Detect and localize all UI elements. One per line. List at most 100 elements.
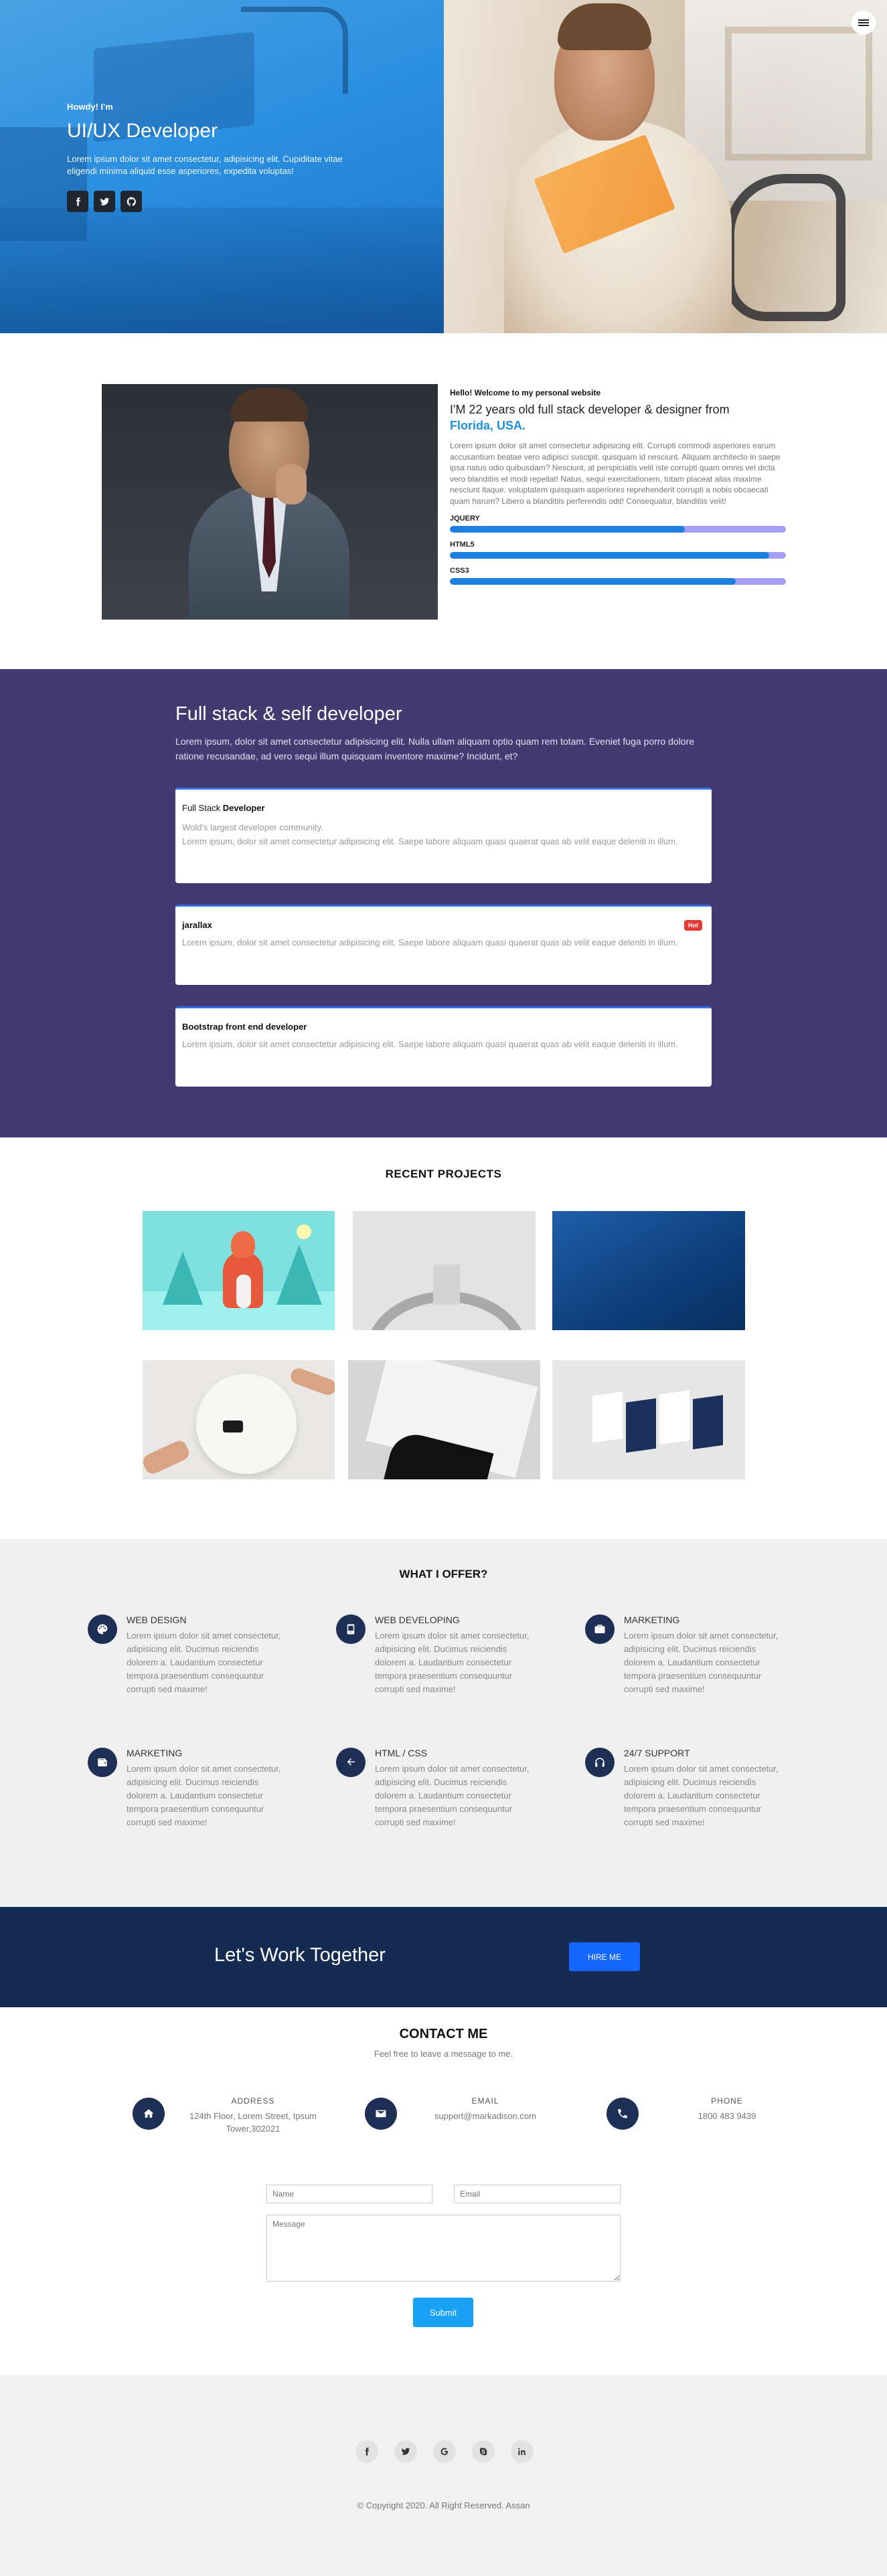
project-fox-illustration[interactable] <box>143 1211 335 1330</box>
about-intro-text: I'M 22 years old full stack developer & … <box>450 403 730 416</box>
service-name: MARKETING <box>624 1615 680 1625</box>
phone-icon <box>607 2098 639 2130</box>
skill-bar <box>450 552 786 559</box>
card-title-bold: Bootstrap front end developer <box>182 1022 307 1032</box>
footer-linkedin-button[interactable] <box>511 2440 534 2463</box>
github-button[interactable] <box>120 191 142 212</box>
hot-badge: Hot <box>684 920 702 931</box>
service-name: WEB DESIGN <box>127 1615 187 1625</box>
about-intro: I'M 22 years old full stack developer & … <box>450 401 786 434</box>
skill-fill <box>450 578 736 585</box>
facebook-button[interactable] <box>67 191 88 212</box>
facebook-icon <box>365 2448 370 2456</box>
skill-css3: CSS3 <box>450 567 786 585</box>
card-title: Bootstrap front end developer <box>182 1022 705 1032</box>
footer-google-button[interactable] <box>433 2440 456 2463</box>
hero-section: Howdy! I'm UI/UX Developer Lorem ipsum d… <box>0 0 887 333</box>
github-icon <box>127 197 136 206</box>
skill-fill <box>450 552 769 559</box>
contact-value[interactable]: support@markadison.com <box>405 2110 566 2122</box>
linkedin-icon <box>518 2448 526 2456</box>
skill-name: HTML5 <box>450 541 475 549</box>
card-title-bold: Developer <box>222 803 265 813</box>
twitter-button[interactable] <box>94 191 115 212</box>
wallet-icon <box>88 1748 117 1777</box>
footer-skype-button[interactable] <box>472 2440 495 2463</box>
project-paper[interactable] <box>348 1360 540 1479</box>
email-input[interactable] <box>454 2185 621 2203</box>
menu-button[interactable] <box>852 11 876 35</box>
fullstack-description: Lorem ipsum, dolor sit amet consectetur … <box>175 736 695 761</box>
message-textarea[interactable] <box>266 2215 621 2282</box>
hire-me-button[interactable]: HIRE ME <box>569 1942 640 1971</box>
feature-card: Full Stack Developer Wold's largest deve… <box>175 788 712 883</box>
service-description: Lorem ipsum dolor sit amet consectetur, … <box>624 1764 779 1827</box>
project-blue-texture[interactable] <box>552 1211 745 1330</box>
contact-label: ADDRESS <box>231 2096 275 2106</box>
facebook-icon <box>76 197 80 206</box>
service-name: 24/7 SUPPORT <box>624 1748 690 1758</box>
about-paragraph: Lorem ipsum dolor sit amet consectetur a… <box>450 441 781 506</box>
cta-section <box>0 1907 887 2007</box>
project-business-cards[interactable] <box>552 1360 745 1479</box>
service-name: MARKETING <box>127 1748 183 1758</box>
arrow-left-icon <box>336 1748 366 1777</box>
about-photo <box>102 384 438 620</box>
headphones-icon <box>585 1748 615 1777</box>
service-name: WEB DEVELOPING <box>375 1615 460 1625</box>
hero-greeting: Howdy! I'm <box>67 102 113 112</box>
contact-subtitle: Feel free to leave a message to me. <box>374 2049 513 2059</box>
contact-label: PHONE <box>711 2096 743 2106</box>
projects-title: RECENT PROJECTS <box>385 1168 502 1180</box>
contact-address: ADDRESS 124th Floor, Lorem Street, Ipsum… <box>133 2096 333 2136</box>
envelope-icon <box>365 2098 397 2130</box>
cta-text: Let's Work Together <box>214 1944 386 1966</box>
skill-bar <box>450 578 786 585</box>
skill-name: JQUERY <box>450 515 480 523</box>
card-title: Full Stack Developer <box>182 803 705 813</box>
copyright-text: © Copyright 2020. All Right Reserved. As… <box>357 2500 530 2510</box>
card-title-bold: jarallax <box>182 920 212 930</box>
home-icon <box>133 2098 165 2130</box>
contact-title: CONTACT ME <box>399 2027 488 2041</box>
feature-card: jarallax Hot Lorem ipsum, dolor sit amet… <box>175 905 712 985</box>
card-title-prefix: Full Stack <box>182 803 221 813</box>
submit-button[interactable]: Submit <box>413 2298 473 2327</box>
feature-card: Bootstrap front end developer Lorem ipsu… <box>175 1006 712 1087</box>
about-welcome: Hello! Welcome to my personal website <box>450 388 601 397</box>
contact-email: EMAIL support@markadison.com <box>365 2096 566 2136</box>
palette-icon <box>88 1615 117 1644</box>
skype-icon <box>479 2448 487 2456</box>
service-description: Lorem ipsum dolor sit amet consectetur, … <box>127 1631 281 1694</box>
google-icon <box>440 2448 449 2456</box>
about-location: Florida, USA. <box>450 419 526 432</box>
footer-twitter-button[interactable] <box>394 2440 417 2463</box>
service-name: HTML / CSS <box>375 1748 428 1758</box>
project-plate[interactable] <box>143 1360 335 1479</box>
briefcase-icon <box>585 1615 615 1644</box>
hero-photo <box>444 0 887 333</box>
contact-label: EMAIL <box>471 2096 499 2106</box>
contact-value: 1800 483 9439 <box>698 2111 756 2121</box>
skill-html5: HTML5 <box>450 541 786 559</box>
card-title: jarallax <box>182 920 705 930</box>
skill-fill <box>450 526 686 533</box>
project-watch[interactable] <box>353 1211 536 1330</box>
contact-value: 124th Floor, Lorem Street, Ipsum Tower,3… <box>189 2111 317 2134</box>
twitter-icon <box>100 197 109 205</box>
about-text: Hello! Welcome to my personal website I'… <box>450 388 786 585</box>
footer-facebook-button[interactable] <box>355 2440 378 2463</box>
card-text: Lorem ipsum, dolor sit amet consectetur … <box>182 836 678 846</box>
twitter-icon <box>401 2448 410 2456</box>
card-text: Lorem ipsum, dolor sit amet consectetur … <box>182 1039 678 1049</box>
hero-text: Howdy! I'm UI/UX Developer Lorem ipsum d… <box>67 102 388 212</box>
service-description: Lorem ipsum dolor sit amet consectetur, … <box>375 1631 530 1694</box>
mobile-icon <box>336 1615 366 1644</box>
hamburger-icon <box>858 18 869 27</box>
offer-title: WHAT I OFFER? <box>399 1568 488 1580</box>
fullstack-title: Full stack & self developer <box>175 703 402 725</box>
skill-jquery: JQUERY <box>450 515 786 533</box>
name-input[interactable] <box>266 2185 432 2203</box>
hero-description: Lorem ipsum dolor sit amet consectetur, … <box>67 154 343 176</box>
card-subtitle: Wold's largest developer community. <box>182 822 323 832</box>
